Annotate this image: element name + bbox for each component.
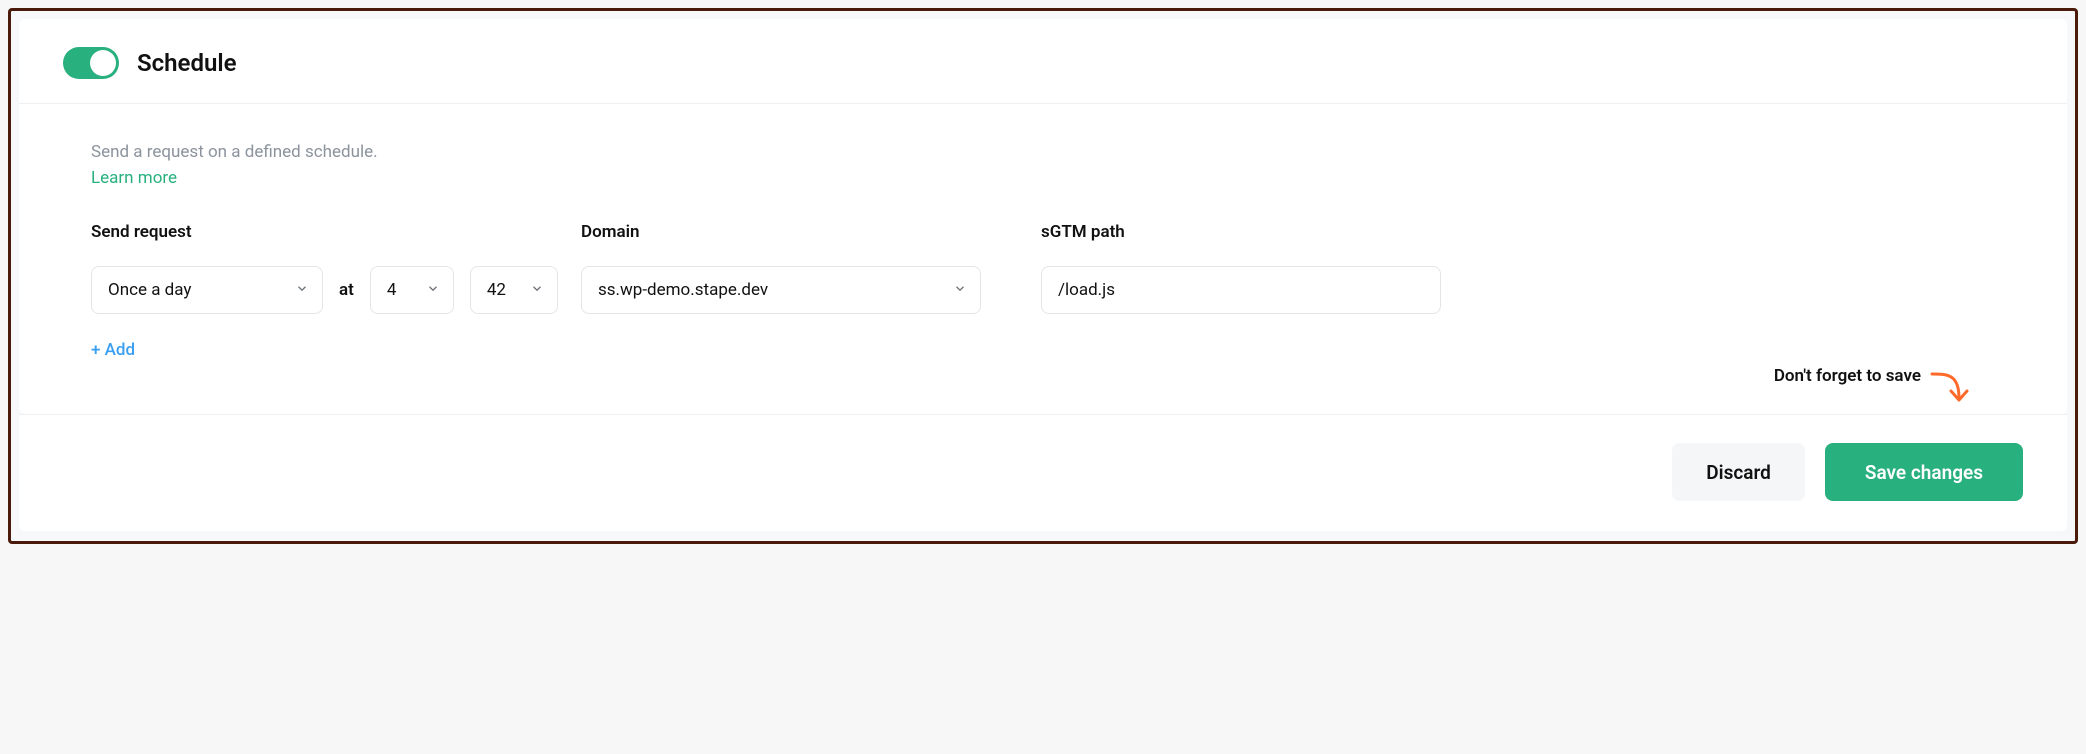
minute-select[interactable]: 42: [470, 266, 558, 314]
frequency-select-wrap: Once a day: [91, 266, 323, 314]
card-title: Schedule: [137, 49, 237, 77]
schedule-card: Schedule Send a request on a defined sch…: [19, 19, 2067, 414]
hour-select-wrap: 4: [370, 266, 454, 314]
domain-select[interactable]: ss.wp-demo.stape.dev: [581, 266, 981, 314]
sgtm-path-label: sGTM path: [1041, 222, 1441, 242]
learn-more-link[interactable]: Learn more: [91, 168, 177, 188]
frequency-select[interactable]: Once a day: [91, 266, 323, 314]
save-hint-text: Don't forget to save: [1774, 364, 1921, 386]
hour-select[interactable]: 4: [370, 266, 454, 314]
schedule-toggle[interactable]: [63, 47, 119, 79]
panel-frame: Schedule Send a request on a defined sch…: [8, 8, 2078, 544]
add-schedule-link[interactable]: + Add: [91, 340, 521, 360]
send-request-inputs: Once a day at 4: [91, 266, 521, 314]
save-changes-button[interactable]: Save changes: [1825, 443, 2023, 501]
sgtm-path-column: sGTM path: [1041, 222, 1441, 314]
domain-select-wrap: ss.wp-demo.stape.dev: [581, 266, 981, 314]
domain-column: Domain ss.wp-demo.stape.dev: [581, 222, 981, 314]
schedule-description: Send a request on a defined schedule.: [91, 142, 1995, 162]
discard-button[interactable]: Discard: [1672, 443, 1805, 501]
arrow-down-right-icon: [1929, 364, 1971, 410]
domain-label: Domain: [581, 222, 981, 242]
card-body: Send a request on a defined schedule. Le…: [19, 104, 2067, 414]
toggle-knob: [90, 50, 116, 76]
card-header: Schedule: [19, 19, 2067, 104]
send-request-column: Send request Once a day at: [91, 222, 521, 360]
card-footer: Discard Save changes: [19, 414, 2067, 531]
form-row: Send request Once a day at: [91, 222, 1995, 360]
save-hint: Don't forget to save: [1774, 364, 1971, 410]
send-request-label: Send request: [91, 222, 521, 242]
minute-select-wrap: 42: [470, 266, 558, 314]
at-label: at: [339, 280, 354, 300]
sgtm-path-input[interactable]: [1041, 266, 1441, 314]
